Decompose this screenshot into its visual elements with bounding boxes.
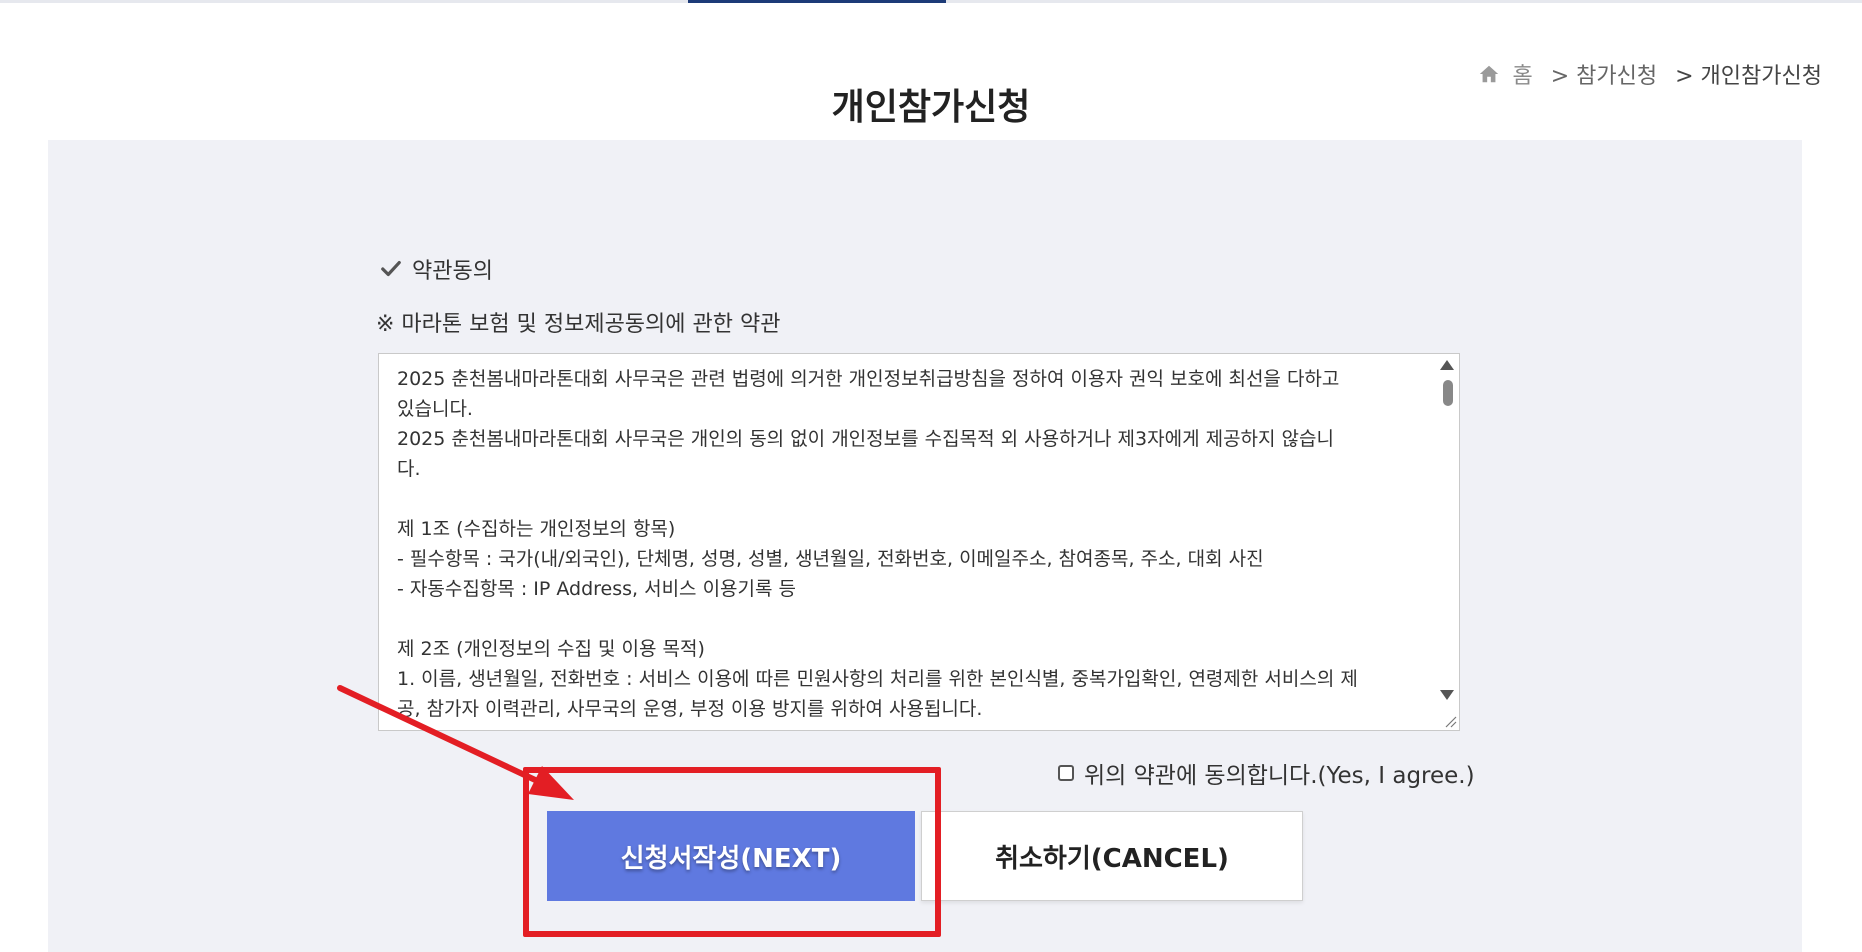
cancel-button[interactable]: 취소하기(CANCEL) — [921, 811, 1303, 901]
terms-scrollbar[interactable] — [1437, 354, 1459, 730]
page-title: 개인참가신청 — [831, 87, 1031, 128]
scroll-up-arrow-icon[interactable] — [1440, 360, 1454, 370]
scroll-down-arrow-icon[interactable] — [1440, 690, 1454, 700]
checkmark-icon — [381, 260, 401, 277]
annotation-highlight-box — [523, 767, 941, 937]
section-title-label: 약관동의 — [412, 259, 493, 284]
agree-checkbox-row[interactable]: 위의 약관에 동의합니다.(Yes, I agree.) — [1058, 756, 1475, 790]
section-title: 약관동의 — [380, 253, 493, 285]
agree-checkbox[interactable] — [1058, 765, 1074, 781]
scroll-thumb[interactable] — [1443, 380, 1453, 406]
active-tab-indicator — [688, 0, 946, 3]
terms-textarea[interactable]: 2025 춘천봄내마라톤대회 사무국은 관련 법령에 의거한 개인정보취급방침을… — [378, 353, 1460, 731]
top-nav-underline — [0, 0, 1862, 3]
terms-text: 2025 춘천봄내마라톤대회 사무국은 관련 법령에 의거한 개인정보취급방침을… — [397, 368, 1358, 720]
agree-label[interactable]: 위의 약관에 동의합니다.(Yes, I agree.) — [1084, 756, 1475, 790]
terms-subtitle: ※ 마라톤 보험 및 정보제공동의에 관한 약관 — [376, 312, 781, 337]
resize-handle-icon[interactable] — [1443, 714, 1457, 728]
